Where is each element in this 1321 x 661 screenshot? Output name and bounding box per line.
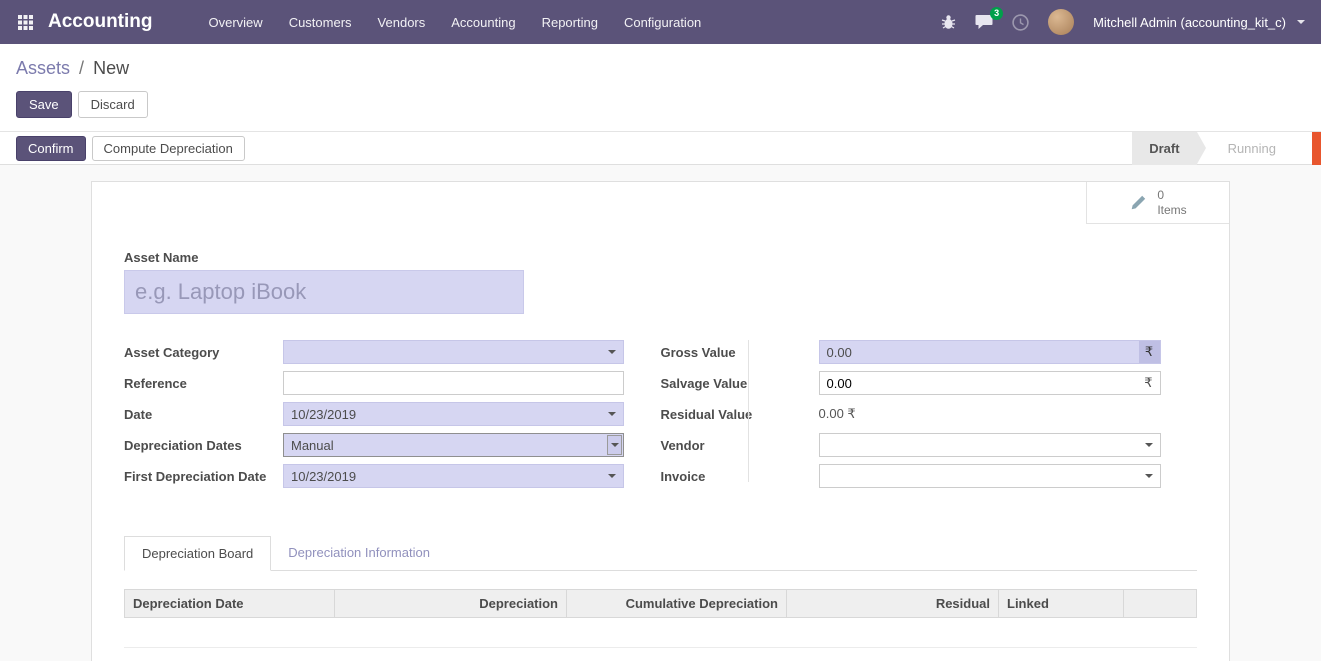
vendor-label: Vendor <box>661 438 819 453</box>
gross-value-input[interactable]: 0.00 ₹ <box>819 340 1161 364</box>
control-panel-buttons: Save Discard <box>0 83 1321 131</box>
top-navbar: Accounting Overview Customers Vendors Ac… <box>0 0 1321 44</box>
items-stat-button[interactable]: 0 Items <box>1086 182 1229 224</box>
status-running[interactable]: Running <box>1211 132 1293 165</box>
breadcrumb-assets[interactable]: Assets <box>16 58 70 78</box>
discard-button[interactable]: Discard <box>78 91 148 118</box>
asset-name-label: Asset Name <box>124 250 1197 265</box>
chevron-down-icon <box>1145 443 1153 447</box>
col-linked[interactable]: Linked <box>999 590 1124 617</box>
invoice-label: Invoice <box>661 469 819 484</box>
reference-label: Reference <box>124 376 283 391</box>
messages-badge: 3 <box>990 7 1003 20</box>
table-row <box>124 618 1197 648</box>
currency-symbol: ₹ <box>1139 341 1160 363</box>
top-menu: Overview Customers Vendors Accounting Re… <box>209 15 702 30</box>
breadcrumb: Assets / New <box>0 44 1321 83</box>
bug-icon[interactable] <box>941 14 956 30</box>
breadcrumb-current: New <box>93 58 129 78</box>
status-draft[interactable]: Draft <box>1132 132 1196 165</box>
save-button[interactable]: Save <box>16 91 72 118</box>
chevron-down-icon <box>608 350 616 354</box>
menu-vendors[interactable]: Vendors <box>378 15 426 30</box>
reference-input[interactable] <box>283 371 624 395</box>
residual-value: 0.00 ₹ <box>819 402 1161 426</box>
form-view-background: 0 Items Asset Name Asset Category Refere… <box>0 165 1321 661</box>
table-header: Depreciation Date Depreciation Cumulativ… <box>124 589 1197 618</box>
items-count: 0 <box>1157 188 1186 202</box>
apps-grid-icon[interactable] <box>16 13 34 31</box>
depreciation-dates-select[interactable]: Manual <box>283 433 624 457</box>
col-cumulative-depreciation[interactable]: Cumulative Depreciation <box>567 590 787 617</box>
chevron-down-icon <box>1145 474 1153 478</box>
menu-configuration[interactable]: Configuration <box>624 15 701 30</box>
user-avatar[interactable] <box>1048 9 1074 35</box>
chevron-down-icon <box>608 412 616 416</box>
breadcrumb-separator: / <box>79 58 84 78</box>
items-label: Items <box>1157 203 1186 217</box>
confirm-button[interactable]: Confirm <box>16 136 86 161</box>
salvage-value-input[interactable]: ₹ <box>819 371 1161 395</box>
app-name[interactable]: Accounting <box>48 11 153 33</box>
vendor-select[interactable] <box>819 433 1161 457</box>
menu-reporting[interactable]: Reporting <box>542 15 598 30</box>
asset-category-select[interactable] <box>283 340 624 364</box>
currency-symbol: ₹ <box>1144 375 1159 391</box>
messages-icon[interactable]: 3 <box>975 14 993 30</box>
col-depreciation-date[interactable]: Depreciation Date <box>125 590 335 617</box>
depreciation-board-table: Depreciation Date Depreciation Cumulativ… <box>124 589 1197 661</box>
first-depreciation-date-select[interactable]: 10/23/2019 <box>283 464 624 488</box>
activities-clock-icon[interactable] <box>1012 14 1029 31</box>
table-row <box>124 648 1197 661</box>
gross-value-label: Gross Value <box>661 345 819 360</box>
col-empty <box>1124 590 1198 617</box>
pencil-icon <box>1129 194 1147 212</box>
salvage-value-label: Salvage Value <box>661 376 819 391</box>
col-residual[interactable]: Residual <box>787 590 999 617</box>
residual-value-label: Residual Value <box>661 407 819 422</box>
group-separator <box>748 340 749 482</box>
tab-depreciation-information[interactable]: Depreciation Information <box>271 536 447 570</box>
menu-overview[interactable]: Overview <box>209 15 263 30</box>
chevron-down-icon <box>608 474 616 478</box>
date-select[interactable]: 10/23/2019 <box>283 402 624 426</box>
statusbar: Confirm Compute Depreciation Draft Runni… <box>0 132 1321 165</box>
tab-depreciation-board[interactable]: Depreciation Board <box>124 536 271 571</box>
user-menu[interactable]: Mitchell Admin (accounting_kit_c) <box>1093 15 1286 30</box>
date-label: Date <box>124 407 283 422</box>
menu-accounting[interactable]: Accounting <box>451 15 515 30</box>
asset-category-label: Asset Category <box>124 345 283 360</box>
compute-depreciation-button[interactable]: Compute Depreciation <box>92 136 245 161</box>
orange-strip <box>1312 132 1321 165</box>
asset-name-input[interactable] <box>124 270 524 314</box>
dropdown-arrow-icon <box>607 435 622 455</box>
invoice-select[interactable] <box>819 464 1161 488</box>
menu-customers[interactable]: Customers <box>289 15 352 30</box>
notebook-tabs: Depreciation Board Depreciation Informat… <box>124 536 1197 571</box>
first-depreciation-date-label: First Depreciation Date <box>124 469 283 484</box>
user-menu-caret-icon <box>1297 20 1305 24</box>
status-widget: Draft Running <box>1132 132 1293 165</box>
col-depreciation[interactable]: Depreciation <box>335 590 567 617</box>
form-sheet: 0 Items Asset Name Asset Category Refere… <box>91 181 1230 661</box>
depreciation-dates-label: Depreciation Dates <box>124 438 283 453</box>
